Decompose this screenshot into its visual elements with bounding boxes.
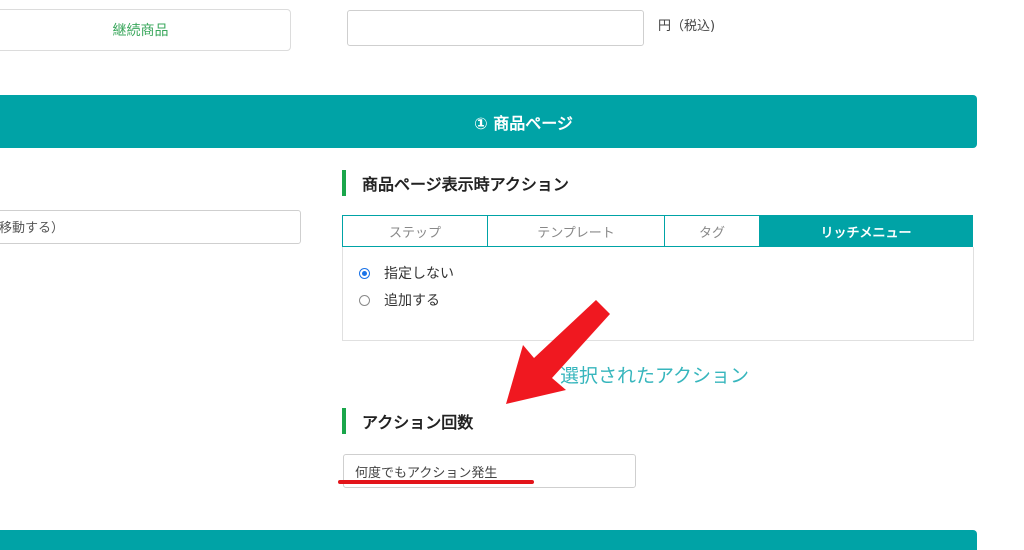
annotation-arrow-icon: [506, 300, 610, 404]
action-count-heading-text: アクション回数: [362, 413, 474, 432]
action-type-tabs: ステップ テンプレート タグ リッチメニュー: [342, 215, 973, 247]
page-action-heading-text: 商品ページ表示時アクション: [362, 175, 569, 194]
option-no-setting[interactable]: 指定しない: [359, 263, 454, 283]
section-title: ① 商品ページ: [474, 113, 573, 133]
action-count-heading: アクション回数: [342, 408, 473, 434]
heading-accent-bar: [342, 408, 346, 434]
price-input[interactable]: [347, 10, 644, 46]
option-label: 追加する: [384, 293, 440, 309]
tab-step[interactable]: ステップ: [342, 215, 487, 247]
option-label: 指定しない: [384, 266, 454, 282]
price-unit-label: 円（税込): [658, 19, 716, 34]
page-action-heading: 商品ページ表示時アクション: [342, 170, 569, 196]
heading-accent-bar: [342, 170, 346, 196]
next-section-header: [0, 530, 977, 550]
section-header-product-page: ① 商品ページ: [0, 95, 977, 148]
radio-checked-icon[interactable]: [359, 267, 370, 279]
left-text-field[interactable]: 移動する）: [0, 210, 301, 244]
tab-tag[interactable]: タグ: [664, 215, 759, 247]
option-add[interactable]: 追加する: [359, 290, 440, 310]
product-type-label: 継続商品: [112, 23, 169, 39]
tab-template[interactable]: テンプレート: [487, 215, 664, 247]
radio-unchecked-icon[interactable]: [359, 294, 370, 306]
tab-panel: 指定しない 追加する: [342, 247, 974, 341]
annotation-underline: [338, 480, 534, 484]
tab-rich-menu[interactable]: リッチメニュー: [759, 215, 973, 247]
product-type-button[interactable]: 継続商品: [0, 9, 291, 51]
